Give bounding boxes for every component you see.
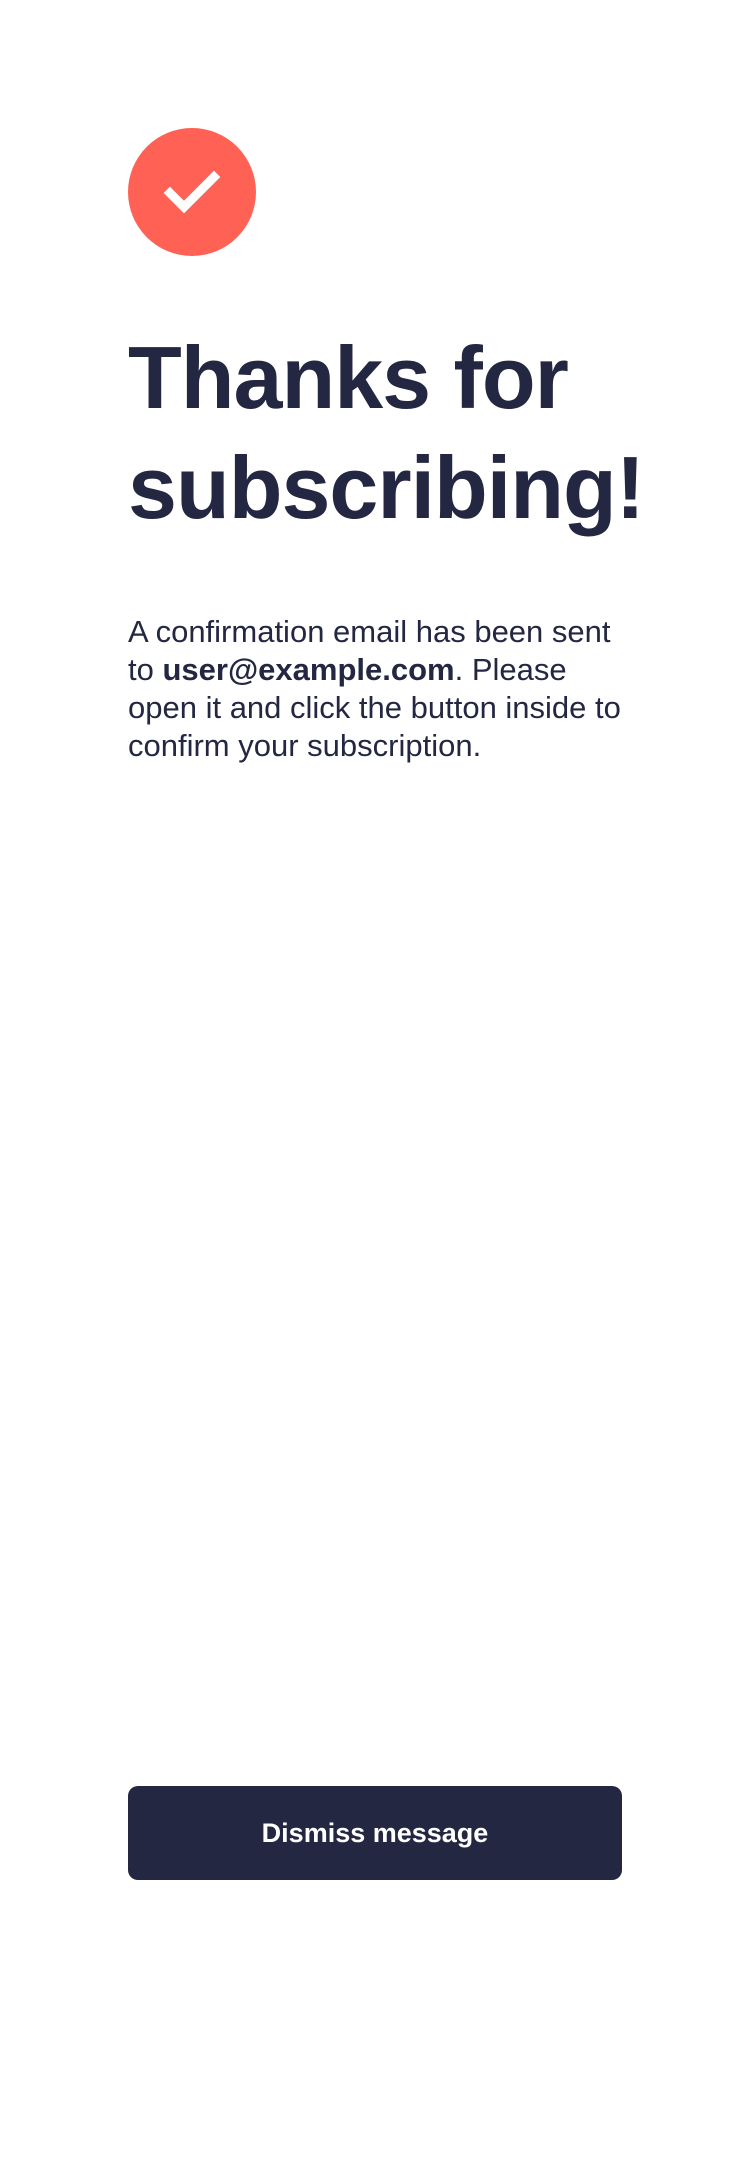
- checkmark-icon: [163, 170, 221, 214]
- confirmation-message: A confirmation email has been sent to us…: [128, 613, 622, 765]
- subscriber-email: user@example.com: [162, 652, 455, 687]
- success-message-card: Thanks for subscribing! A confirmation e…: [128, 128, 645, 765]
- success-badge: [128, 128, 256, 256]
- dismiss-message-button[interactable]: Dismiss message: [128, 1786, 622, 1880]
- page-title: Thanks for subscribing!: [128, 328, 645, 537]
